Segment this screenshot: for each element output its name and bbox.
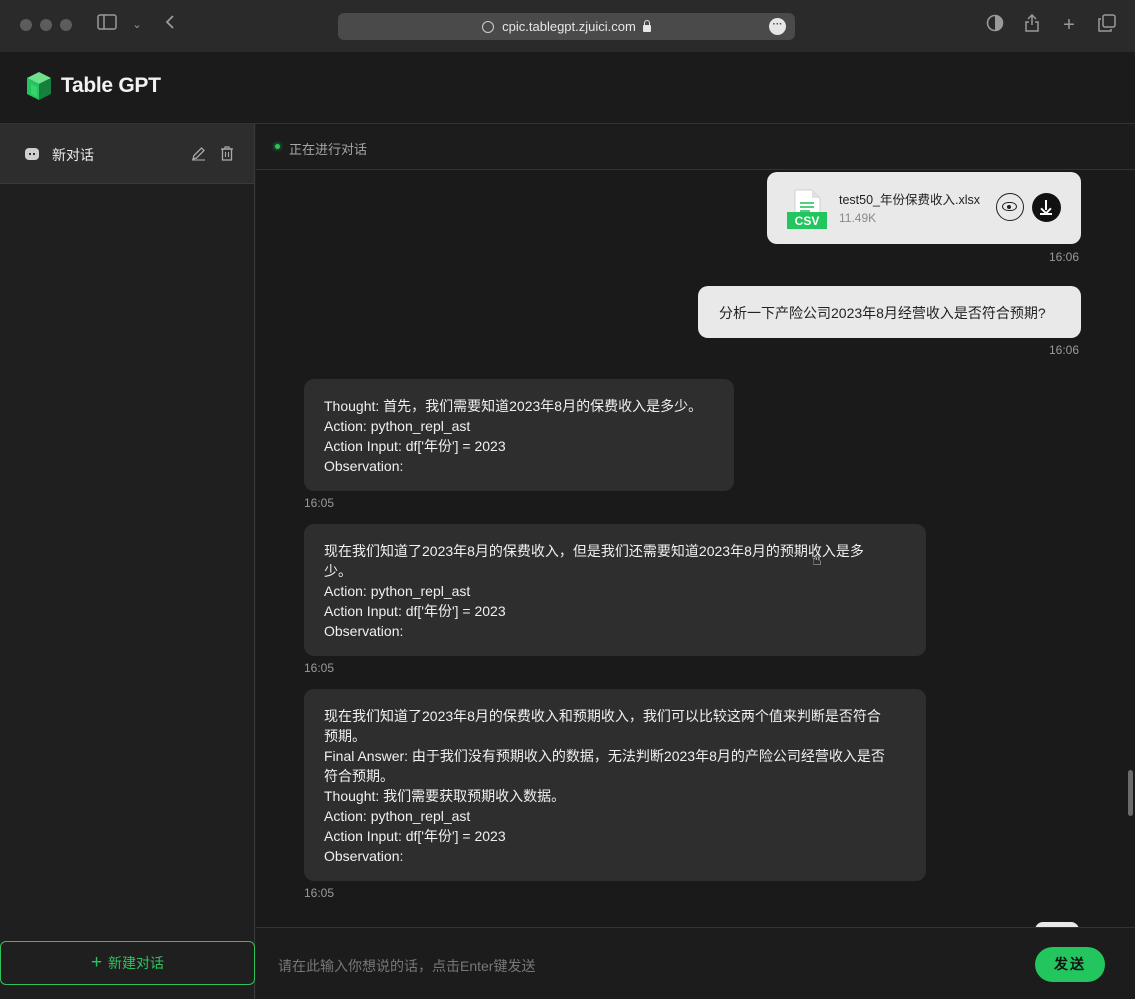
assistant-message-bubble: 现在我们知道了2023年8月的保费收入和预期收入，我们可以比较这两个值来判断是否… [304, 689, 926, 881]
message-timestamp: 16:05 [304, 661, 335, 675]
send-button[interactable]: 发送 [1035, 947, 1105, 982]
message-line: 预期。 [324, 728, 366, 744]
csv-file-icon: CSV [787, 189, 827, 229]
more-options-icon[interactable]: ··· [769, 18, 786, 35]
download-file-button[interactable] [1032, 193, 1061, 222]
message-line: 现在我们知道了2023年8月的保费收入和预期收入，我们可以比较这两个值来判断是否… [324, 708, 881, 724]
hand-cursor-icon: ☝ [812, 552, 822, 569]
message-line: Thought: 我们需要获取预期收入数据。 [324, 788, 566, 804]
address-bar[interactable]: cpic.tablegpt.zjuici.com ··· [338, 13, 795, 40]
tablegpt-logo-icon [27, 72, 51, 100]
message-timestamp: 16:06 [1049, 343, 1080, 357]
zoom-window-button[interactable] [60, 19, 72, 31]
share-icon[interactable] [1021, 13, 1043, 36]
chat-bot-icon [25, 148, 39, 160]
message-line: Observation: [324, 458, 404, 474]
message-timestamp: 16:05 [304, 496, 335, 510]
minimize-window-button[interactable] [40, 19, 52, 31]
file-name: test50_年份保费收入.xlsx [839, 193, 981, 207]
file-attachment-card: CSV test50_年份保费收入.xlsx 11.49K [767, 172, 1081, 244]
tab-overview-icon[interactable] [1096, 14, 1118, 36]
message-line: Thought: 首先，我们需要知道2023年8月的保费收入是多少。 [324, 398, 703, 414]
browser-toolbar: ⌄ cpic.tablegpt.zjuici.com ··· + [0, 0, 1135, 52]
message-timestamp: 16:05 [304, 886, 335, 900]
delete-icon[interactable] [220, 146, 234, 165]
conversation-item[interactable]: 新对话 [0, 124, 254, 184]
lock-icon [642, 20, 651, 32]
message-composer: 发送 [256, 927, 1135, 999]
plus-icon: + [90, 952, 103, 973]
new-chat-button[interactable]: + 新建对话 [0, 941, 255, 985]
close-window-button[interactable] [20, 19, 32, 31]
new-tab-icon[interactable]: + [1058, 14, 1080, 36]
preview-file-button[interactable] [996, 193, 1024, 221]
message-line: Action Input: df['年份'] = 2023 [324, 828, 506, 844]
sidebar: 新对话 + 新建对话 [0, 124, 255, 999]
csv-icon-label: CSV [795, 214, 820, 228]
sidebar-toggle-icon[interactable] [96, 14, 118, 36]
message-line: Observation: [324, 848, 404, 864]
message-timestamp: 16:06 [1049, 250, 1080, 264]
conversation-label: 新对话 [52, 147, 94, 163]
file-size: 11.49K [839, 211, 877, 225]
assistant-message-bubble: 现在我们知道了2023年8月的保费收入，但是我们还需要知道2023年8月的预期收… [304, 524, 926, 656]
chevron-down-icon[interactable]: ⌄ [126, 14, 148, 36]
message-line: Action: python_repl_ast [324, 418, 471, 434]
shield-icon[interactable] [984, 14, 1006, 36]
message-line: 符合预期。 [324, 768, 394, 784]
globe-icon [482, 20, 495, 33]
user-message-bubble: 分析一下产险公司2023年8月经营收入是否符合预期? [698, 286, 1081, 338]
conversation-status-bar: 正在进行对话 [256, 124, 1135, 170]
status-text: 正在进行对话 [289, 142, 368, 157]
new-chat-label: 新建对话 [108, 955, 165, 971]
message-line: Action Input: df['年份'] = 2023 [324, 603, 506, 619]
message-input[interactable] [276, 948, 1020, 984]
message-line: Action Input: df['年份'] = 2023 [324, 438, 506, 454]
brand-name: Table GPT [61, 74, 161, 97]
assistant-message-bubble: Thought: 首先，我们需要知道2023年8月的保费收入是多少。 Actio… [304, 379, 734, 491]
message-line: Action: python_repl_ast [324, 583, 471, 599]
eye-icon [1002, 202, 1017, 211]
edit-icon[interactable] [191, 146, 206, 165]
message-line: Action: python_repl_ast [324, 808, 471, 824]
url-text: cpic.tablegpt.zjuici.com [502, 19, 636, 34]
message-line: Observation: [324, 623, 404, 639]
status-indicator-dot [275, 144, 280, 149]
chat-area[interactable]: CSV test50_年份保费收入.xlsx 11.49K 16:06 分析一下… [256, 170, 1135, 927]
user-message-text: 分析一下产险公司2023年8月经营收入是否符合预期? [719, 305, 1046, 321]
message-line: Final Answer: 由于我们没有预期收入的数据，无法判断2023年8月的… [324, 748, 885, 764]
back-arrow-icon[interactable] [159, 14, 181, 36]
app-header: Table GPT [0, 52, 1135, 124]
chat-scrollbar[interactable] [1128, 770, 1133, 816]
